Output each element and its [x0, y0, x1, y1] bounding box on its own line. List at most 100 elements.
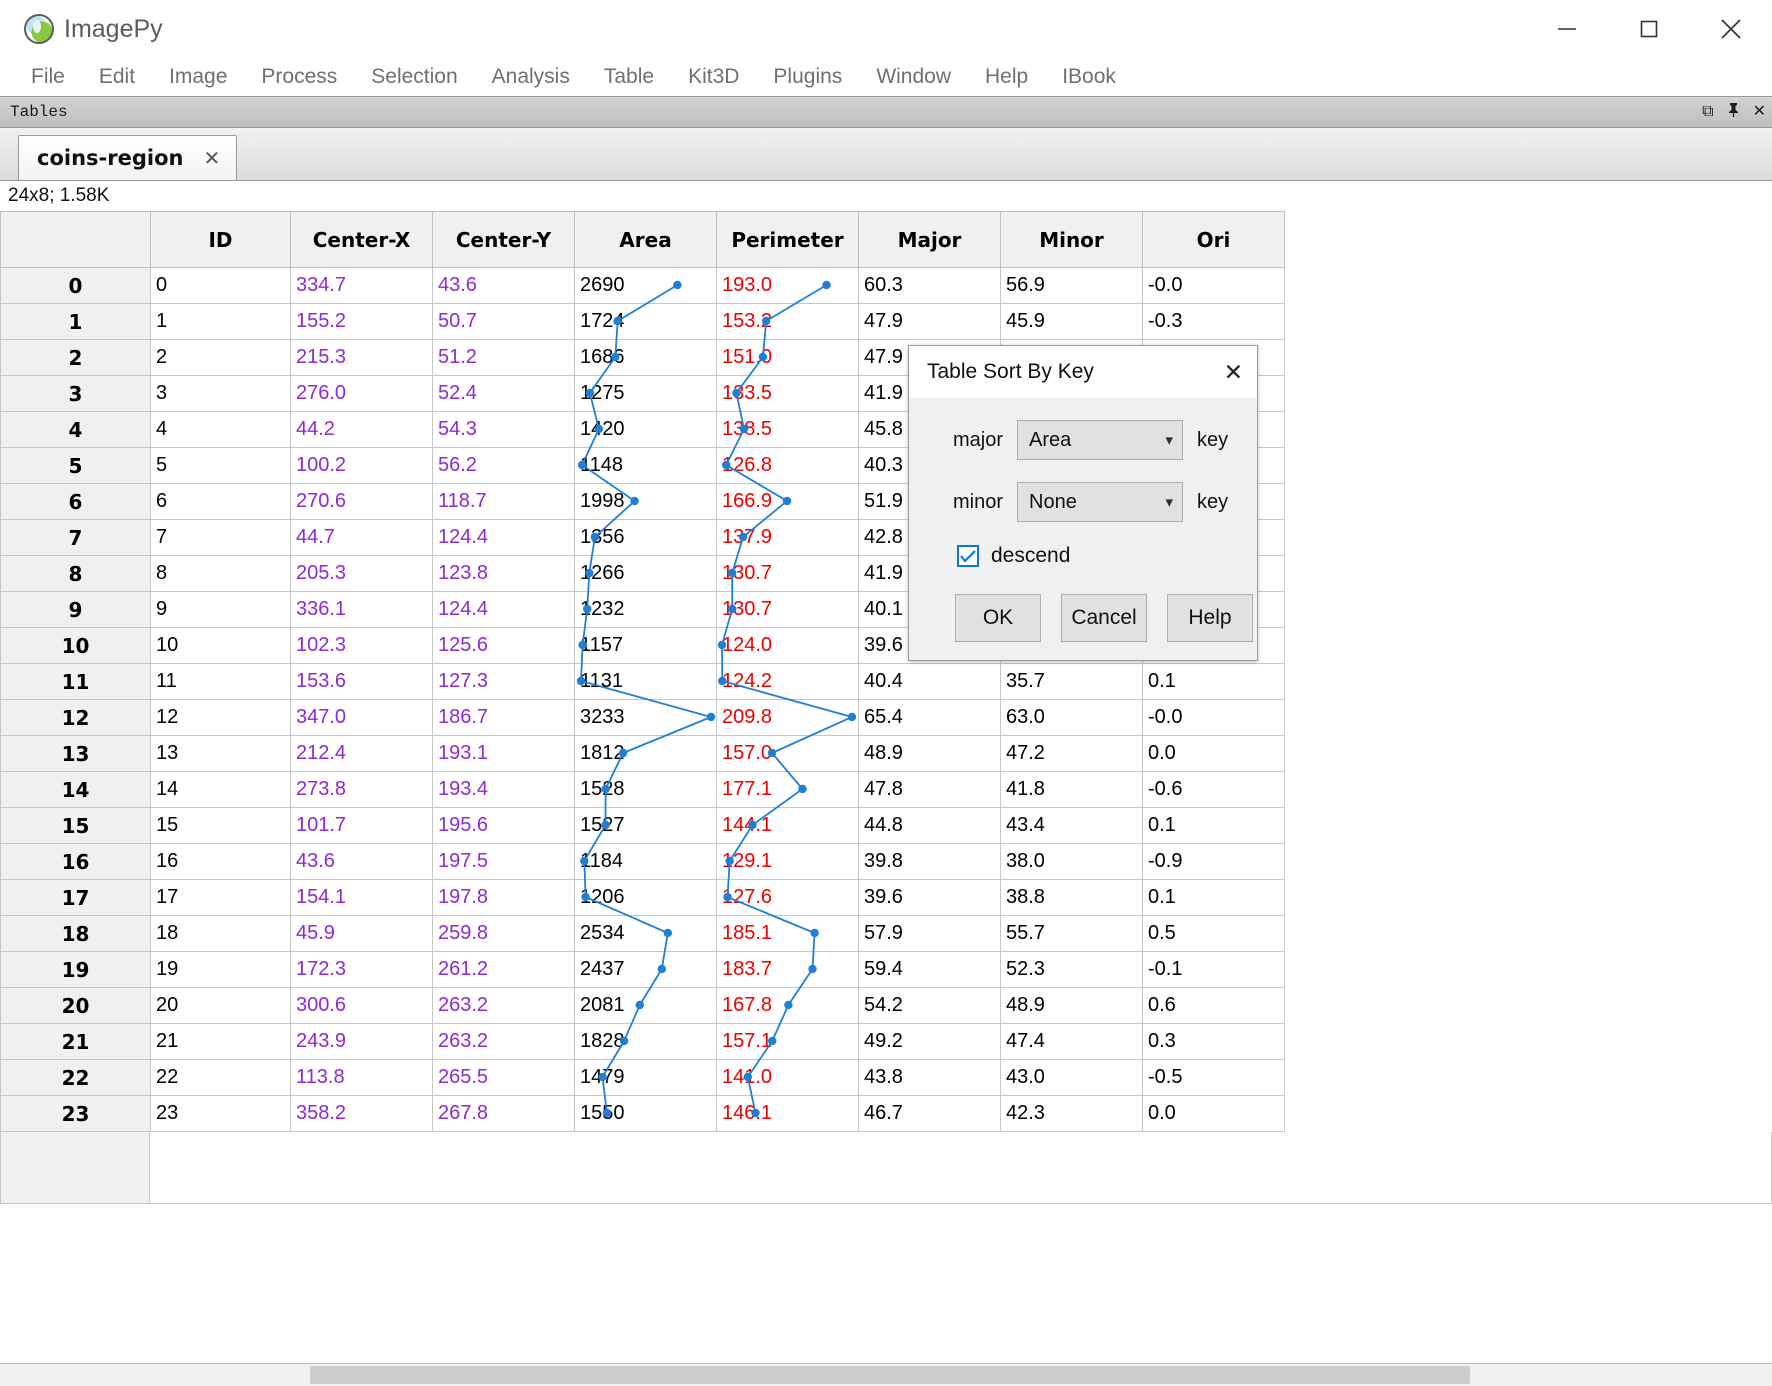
ok-button[interactable]: OK	[955, 594, 1041, 642]
row-header[interactable]: 13	[0, 735, 151, 772]
cell-area[interactable]: 1206	[574, 879, 717, 916]
cell-center-y[interactable]: 54.3	[432, 411, 575, 448]
cell-area[interactable]: 1528	[574, 771, 717, 808]
cell-center-x[interactable]: 215.3	[290, 339, 433, 376]
cell-center-y[interactable]: 118.7	[432, 483, 575, 520]
cell-area[interactable]: 1686	[574, 339, 717, 376]
cell-center-y[interactable]: 186.7	[432, 699, 575, 736]
cell-minor[interactable]: 55.7	[1000, 915, 1143, 952]
cell-perimeter[interactable]: 129.1	[716, 843, 859, 880]
descend-checkbox[interactable]	[957, 545, 979, 567]
cell-center-y[interactable]: 267.8	[432, 1095, 575, 1132]
cell-id[interactable]: 16	[150, 843, 291, 880]
col-header-area[interactable]: Area	[574, 211, 717, 268]
cell-area[interactable]: 3233	[574, 699, 717, 736]
cell-perimeter[interactable]: 183.7	[716, 951, 859, 988]
cell-id[interactable]: 4	[150, 411, 291, 448]
cell-ori[interactable]: 0.1	[1142, 663, 1285, 700]
row-header[interactable]: 6	[0, 483, 151, 520]
cell-major[interactable]: 65.4	[858, 699, 1001, 736]
cell-minor[interactable]: 38.8	[1000, 879, 1143, 916]
cell-ori[interactable]: -0.6	[1142, 771, 1285, 808]
table-row[interactable]: 15 15 101.7 195.6 1527 144.1 44.8 43.4 0.1	[0, 807, 1285, 844]
cell-minor[interactable]: 47.4	[1000, 1023, 1143, 1060]
cell-area[interactable]: 1724	[574, 303, 717, 340]
cell-center-x[interactable]: 100.2	[290, 447, 433, 484]
cell-center-y[interactable]: 193.4	[432, 771, 575, 808]
cell-area[interactable]: 1356	[574, 519, 717, 556]
cell-center-y[interactable]: 124.4	[432, 519, 575, 556]
cell-center-x[interactable]: 101.7	[290, 807, 433, 844]
cell-center-y[interactable]: 51.2	[432, 339, 575, 376]
cell-area[interactable]: 1157	[574, 627, 717, 664]
cell-perimeter[interactable]: 133.5	[716, 375, 859, 412]
cell-center-x[interactable]: 270.6	[290, 483, 433, 520]
cell-center-y[interactable]: 56.2	[432, 447, 575, 484]
cell-area[interactable]: 1998	[574, 483, 717, 520]
cell-center-y[interactable]: 197.5	[432, 843, 575, 880]
cell-major[interactable]: 60.3	[858, 267, 1001, 304]
cell-center-x[interactable]: 205.3	[290, 555, 433, 592]
cell-center-x[interactable]: 154.1	[290, 879, 433, 916]
tab-close-icon[interactable]: ✕	[203, 146, 220, 171]
table-row[interactable]: 19 19 172.3 261.2 2437 183.7 59.4 52.3 -0.1	[0, 951, 1285, 988]
cell-center-x[interactable]: 45.9	[290, 915, 433, 952]
table-row[interactable]: 13 13 212.4 193.1 1812 157.0 48.9 47.2 0.0	[0, 735, 1285, 772]
col-header-major[interactable]: Major	[858, 211, 1001, 268]
cell-center-x[interactable]: 300.6	[290, 987, 433, 1024]
row-header[interactable]: 14	[0, 771, 151, 808]
row-header[interactable]: 9	[0, 591, 151, 628]
close-icon[interactable]	[1690, 0, 1772, 58]
cell-perimeter[interactable]: 167.8	[716, 987, 859, 1024]
col-header-center-y[interactable]: Center-Y	[432, 211, 575, 268]
cell-perimeter[interactable]: 141.0	[716, 1059, 859, 1096]
cell-id[interactable]: 21	[150, 1023, 291, 1060]
cell-perimeter[interactable]: 144.1	[716, 807, 859, 844]
pin-panel-icon[interactable]	[1726, 102, 1741, 122]
cell-area[interactable]: 2690	[574, 267, 717, 304]
menu-ibook[interactable]: IBook	[1045, 63, 1133, 91]
cell-perimeter[interactable]: 157.0	[716, 735, 859, 772]
cell-center-x[interactable]: 102.3	[290, 627, 433, 664]
table-row[interactable]: 23 23 358.2 267.8 1550 146.1 46.7 42.3 0.0	[0, 1095, 1285, 1132]
cell-center-y[interactable]: 197.8	[432, 879, 575, 916]
cell-minor[interactable]: 56.9	[1000, 267, 1143, 304]
menu-image[interactable]: Image	[152, 63, 244, 91]
cell-center-x[interactable]: 44.7	[290, 519, 433, 556]
cell-perimeter[interactable]: 126.8	[716, 447, 859, 484]
row-header[interactable]: 2	[0, 339, 151, 376]
col-header-minor[interactable]: Minor	[1000, 211, 1143, 268]
cell-id[interactable]: 22	[150, 1059, 291, 1096]
table-row[interactable]: 14 14 273.8 193.4 1528 177.1 47.8 41.8 -0.6	[0, 771, 1285, 808]
cell-area[interactable]: 1828	[574, 1023, 717, 1060]
cell-minor[interactable]: 48.9	[1000, 987, 1143, 1024]
cell-id[interactable]: 1	[150, 303, 291, 340]
cell-ori[interactable]: -0.1	[1142, 951, 1285, 988]
cell-id[interactable]: 2	[150, 339, 291, 376]
minimize-icon[interactable]	[1526, 0, 1608, 58]
cell-perimeter[interactable]: 151.0	[716, 339, 859, 376]
menu-window[interactable]: Window	[859, 63, 968, 91]
cell-id[interactable]: 19	[150, 951, 291, 988]
cell-perimeter[interactable]: 153.2	[716, 303, 859, 340]
cell-ori[interactable]: -0.9	[1142, 843, 1285, 880]
cell-center-x[interactable]: 273.8	[290, 771, 433, 808]
row-header[interactable]: 3	[0, 375, 151, 412]
cell-minor[interactable]: 47.2	[1000, 735, 1143, 772]
row-header[interactable]: 5	[0, 447, 151, 484]
cell-center-x[interactable]: 43.6	[290, 843, 433, 880]
cell-id[interactable]: 10	[150, 627, 291, 664]
table-row[interactable]: 16 16 43.6 197.5 1184 129.1 39.8 38.0 -0.9	[0, 843, 1285, 880]
cell-area[interactable]: 2437	[574, 951, 717, 988]
cell-area[interactable]: 1184	[574, 843, 717, 880]
row-header[interactable]: 10	[0, 627, 151, 664]
cell-area[interactable]: 1812	[574, 735, 717, 772]
row-header[interactable]: 18	[0, 915, 151, 952]
cell-id[interactable]: 23	[150, 1095, 291, 1132]
restore-panel-icon[interactable]: ⧉	[1702, 104, 1713, 120]
row-header[interactable]: 7	[0, 519, 151, 556]
cell-ori[interactable]: -0.3	[1142, 303, 1285, 340]
cell-center-x[interactable]: 334.7	[290, 267, 433, 304]
cell-id[interactable]: 5	[150, 447, 291, 484]
cell-area[interactable]: 1148	[574, 447, 717, 484]
